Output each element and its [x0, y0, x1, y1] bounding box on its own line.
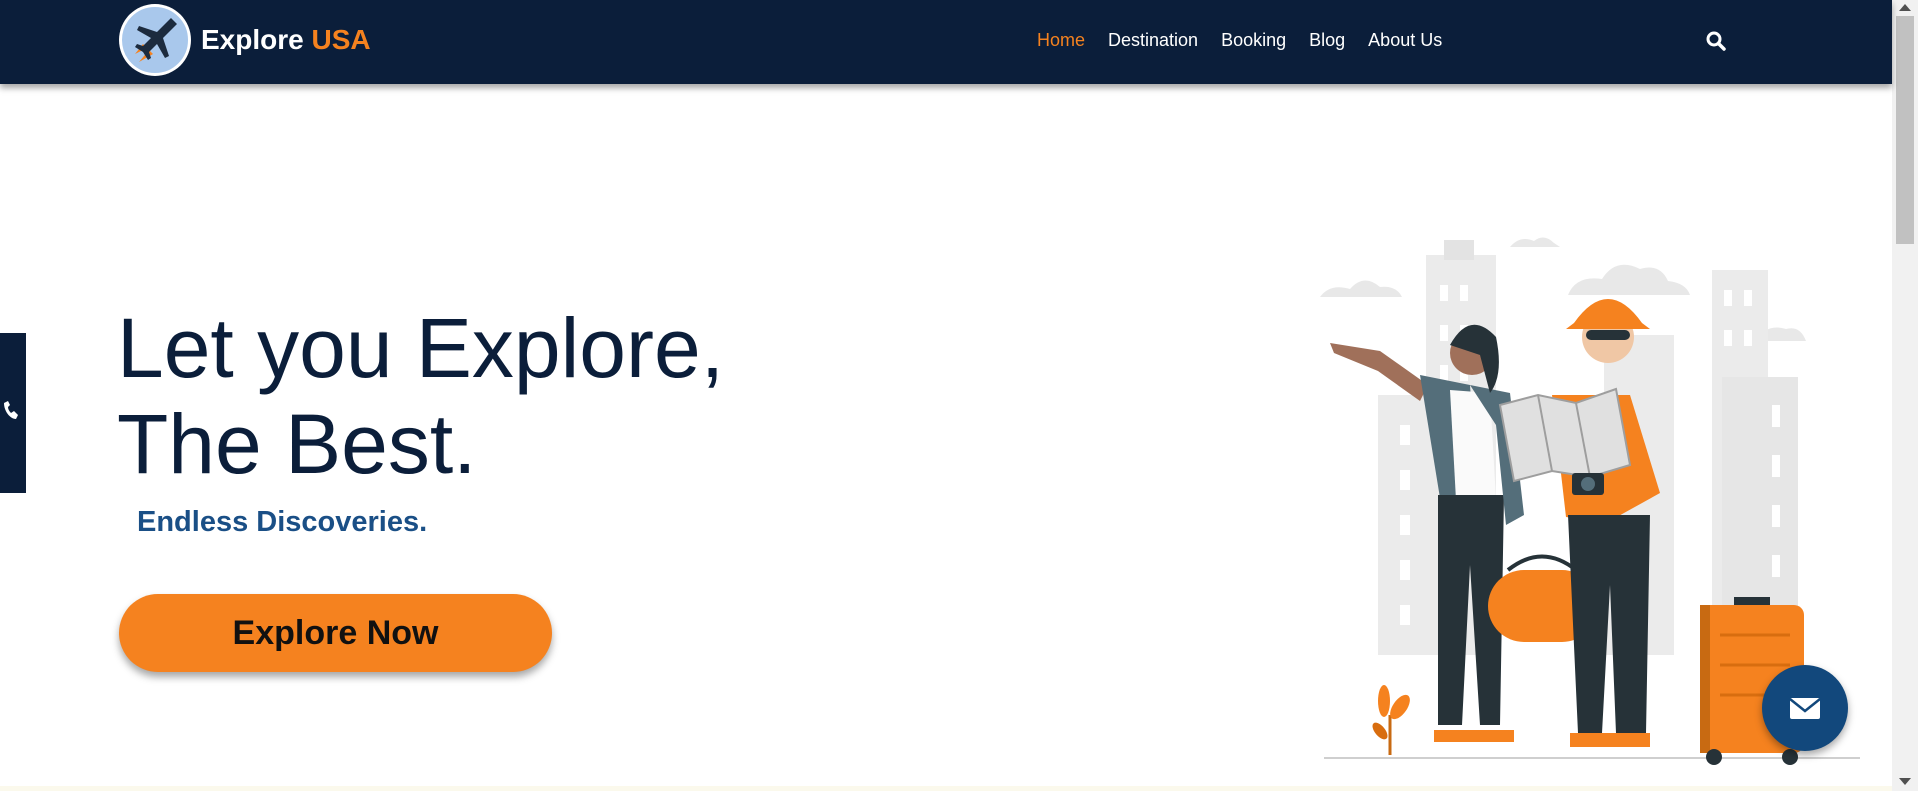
page-scrollbar[interactable]	[1892, 0, 1918, 791]
envelope-icon	[1789, 698, 1821, 719]
top-navbar: Explore USA Home Destination Booking Blo…	[0, 0, 1892, 84]
nav-blog[interactable]: Blog	[1309, 30, 1345, 51]
contact-side-tab[interactable]	[0, 333, 26, 493]
scroll-thumb[interactable]	[1896, 16, 1914, 244]
airplane-logo-icon	[120, 5, 190, 75]
logo[interactable]	[119, 4, 191, 76]
brand-name-part2: USA	[311, 24, 371, 55]
search-icon	[1706, 31, 1726, 51]
search-button[interactable]	[1704, 29, 1728, 53]
nav-home[interactable]: Home	[1037, 30, 1085, 51]
brand-name-part1: Explore	[201, 24, 304, 55]
nav-booking[interactable]: Booking	[1221, 30, 1286, 51]
scroll-up-arrow-icon[interactable]	[1899, 4, 1911, 11]
hero-title-line1: Let you Explore,	[117, 301, 725, 395]
mail-button[interactable]	[1762, 665, 1848, 751]
hero-title-line2: The Best.	[117, 397, 477, 491]
hero-subtitle: Endless Discoveries.	[137, 506, 428, 538]
main-nav: Home Destination Booking Blog About Us	[1037, 30, 1465, 51]
next-section-edge	[0, 786, 1892, 791]
explore-now-button[interactable]: Explore Now	[119, 594, 552, 672]
nav-about-us[interactable]: About Us	[1368, 30, 1442, 51]
scroll-down-arrow-icon[interactable]	[1899, 778, 1911, 785]
brand-name[interactable]: Explore USA	[201, 24, 371, 56]
phone-icon	[4, 401, 18, 419]
hero-title: Let you Explore, The Best.	[117, 300, 724, 492]
nav-destination[interactable]: Destination	[1108, 30, 1198, 51]
